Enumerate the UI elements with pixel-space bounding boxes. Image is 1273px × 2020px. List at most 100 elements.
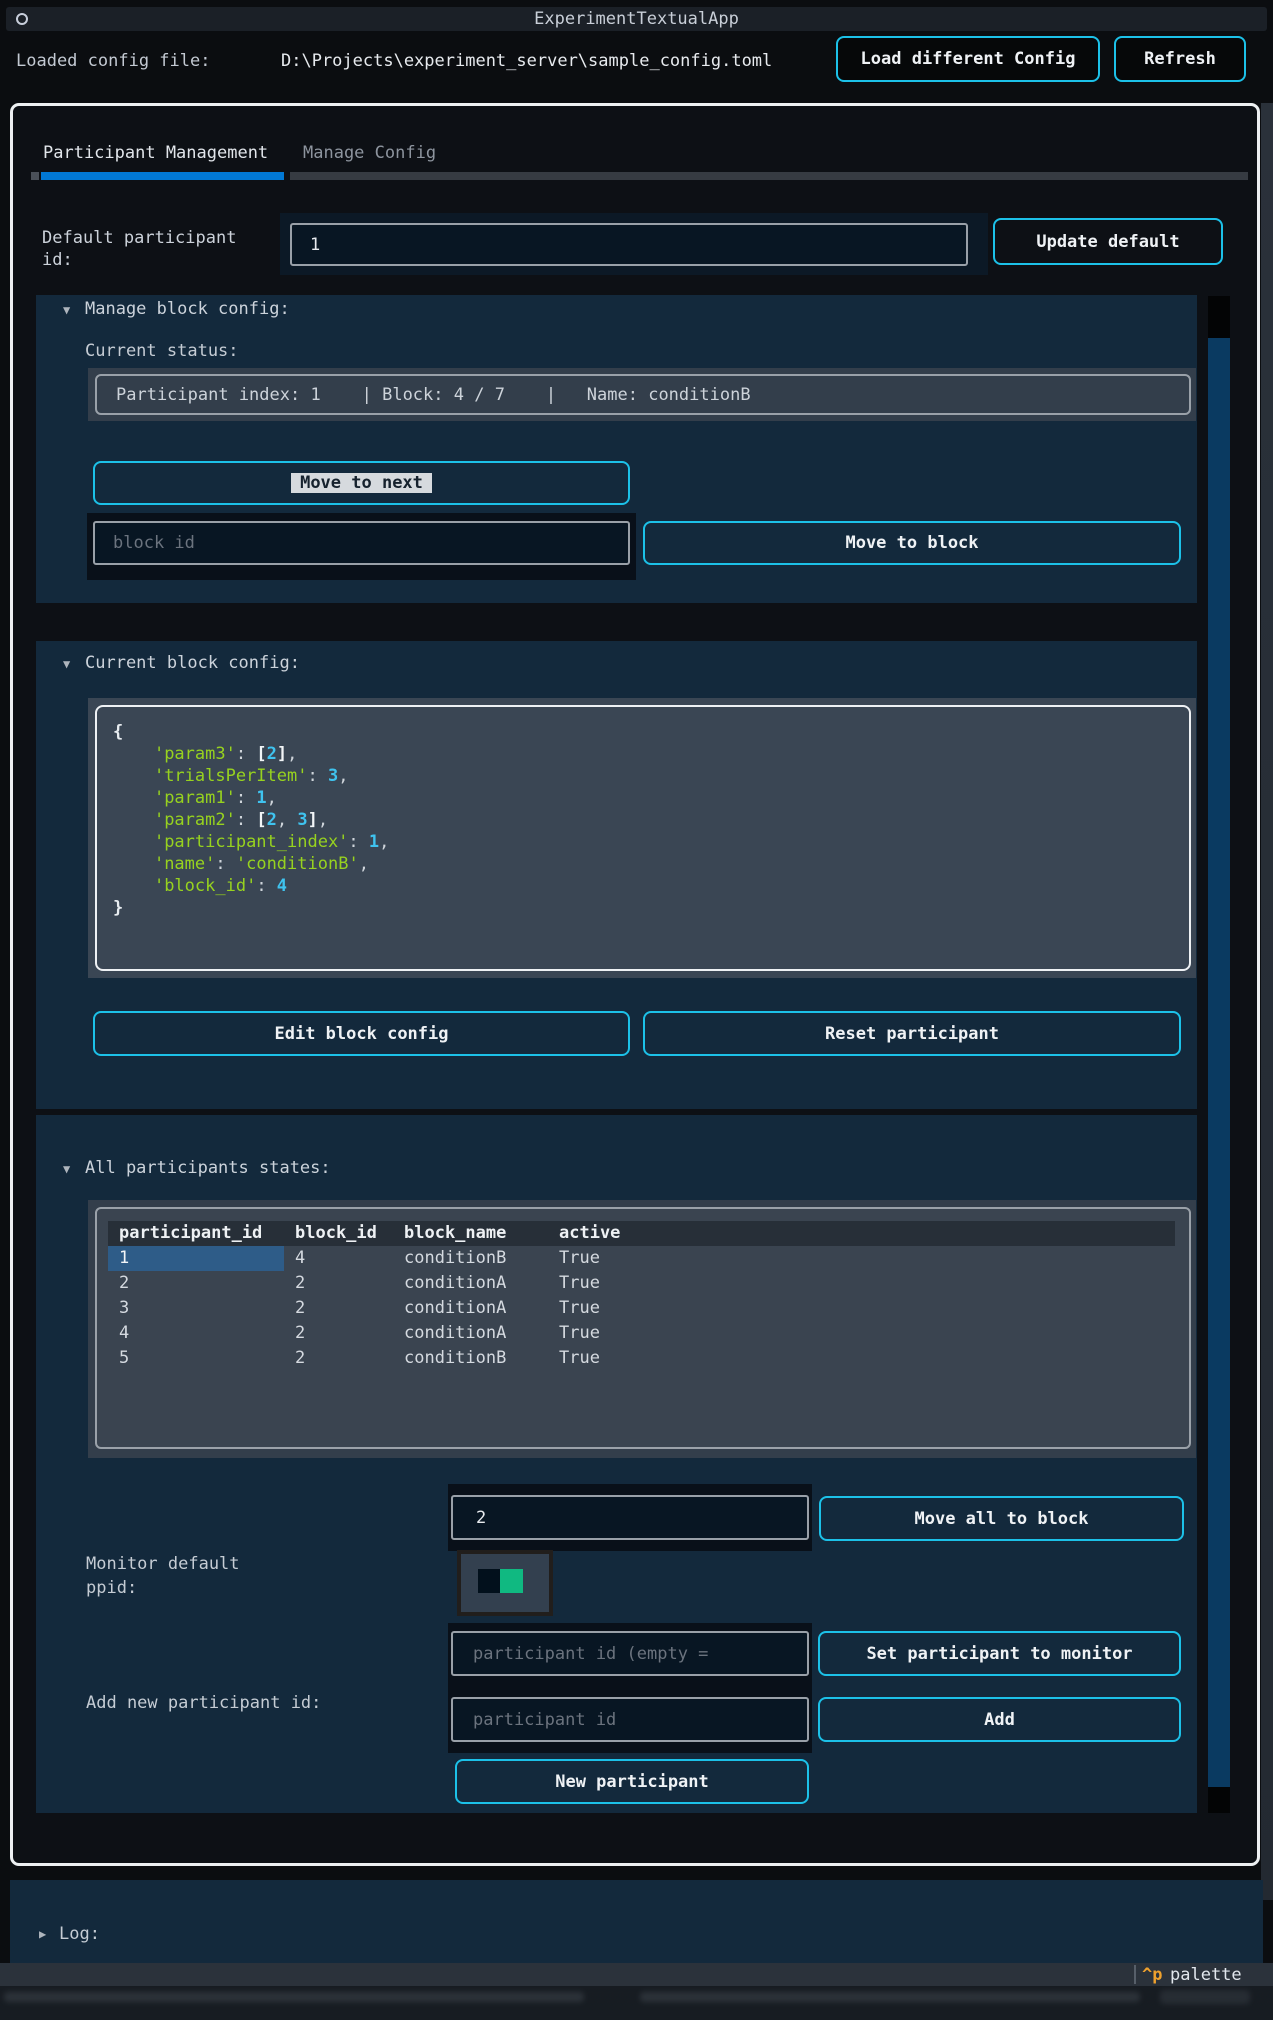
footer-bar: ^p palette — [0, 1963, 1273, 1986]
monitor-participant-input[interactable] — [451, 1631, 809, 1676]
edit-block-config-button[interactable]: Edit block config — [93, 1011, 630, 1056]
table-cell[interactable]: 4 — [284, 1246, 393, 1271]
table-row[interactable]: 5 2 conditionB True — [108, 1346, 1175, 1371]
config-line: 'param1': 1, — [153, 788, 277, 808]
default-participant-input[interactable] — [290, 223, 968, 266]
monitor-ppid-label: Monitor default ppid: — [86, 1554, 240, 1598]
config-line: 'block_id': 4 — [153, 876, 288, 896]
table-cell[interactable]: 5 — [108, 1346, 284, 1371]
table-cell[interactable]: 2 — [284, 1321, 393, 1346]
add-participant-input[interactable] — [451, 1697, 809, 1742]
window-edge — [1261, 103, 1273, 1900]
active-tab-underline — [41, 172, 284, 180]
table-cell[interactable]: 3 — [108, 1296, 284, 1321]
tab-strip-nub — [31, 172, 39, 180]
table-cell[interactable]: 2 — [284, 1296, 393, 1321]
add-participant-label: Add new participant id: — [86, 1693, 322, 1713]
collapse-arrow-icon[interactable]: ▼ — [63, 303, 70, 317]
vertical-scrollbar[interactable] — [1208, 296, 1230, 1813]
refresh-button[interactable]: Refresh — [1114, 36, 1246, 82]
config-line: } — [113, 898, 124, 918]
current-block-title[interactable]: Current block config: — [85, 653, 300, 673]
log-title[interactable]: Log: — [59, 1924, 100, 1944]
switch-knob-green — [500, 1569, 523, 1593]
table-cell[interactable]: 4 — [108, 1321, 284, 1346]
switch-track — [461, 1554, 549, 1612]
config-line: 'participant_index': 1, — [153, 832, 390, 852]
table-cell[interactable]: conditionA — [393, 1296, 548, 1321]
participants-title[interactable]: All participants states: — [85, 1158, 331, 1178]
table-cell[interactable]: conditionB — [393, 1346, 548, 1371]
status-box: Participant index: 1 | Block: 4 / 7 | Na… — [95, 374, 1191, 415]
config-line: 'name': 'conditionB', — [153, 854, 369, 874]
config-line: 'param2': [2, 3], — [153, 810, 329, 830]
current-block-section: ▼ Current block config: { 'param3': [2],… — [36, 641, 1197, 1109]
set-participant-monitor-button[interactable]: Set participant to monitor — [818, 1631, 1181, 1676]
table-row[interactable]: 4 2 conditionA True — [108, 1321, 1175, 1346]
table-cell[interactable]: True — [548, 1321, 1175, 1346]
palette-key-hint[interactable]: ^p — [1142, 1964, 1162, 1986]
table-cell[interactable]: conditionA — [393, 1271, 548, 1296]
move-to-next-label: Move to next — [291, 473, 432, 493]
collapse-arrow-icon[interactable]: ▼ — [63, 657, 70, 671]
table-cell[interactable]: True — [548, 1271, 1175, 1296]
current-status-label: Current status: — [85, 341, 239, 361]
blurred-icons — [1160, 1990, 1250, 2004]
manage-block-section: ▼ Manage block config: Current status: P… — [36, 295, 1197, 603]
manage-block-title[interactable]: Manage block config: — [85, 299, 290, 319]
main-panel: Participant Management Manage Config Def… — [10, 103, 1260, 1866]
reset-participant-button[interactable]: Reset participant — [643, 1011, 1181, 1056]
config-line: 'trialsPerItem': 3, — [153, 766, 349, 786]
tab-strip-line — [290, 172, 1248, 180]
blurred-text — [640, 1992, 1140, 2002]
window-icon — [16, 13, 28, 25]
move-to-block-button[interactable]: Move to block — [643, 521, 1181, 565]
config-file-path: D:\Projects\experiment_server\sample_con… — [281, 51, 773, 71]
default-participant-label: Default participant id: — [42, 228, 237, 270]
update-default-button[interactable]: Update default — [993, 218, 1223, 265]
new-participant-button[interactable]: New participant — [455, 1759, 809, 1804]
table-row[interactable]: 2 2 conditionA True — [108, 1271, 1175, 1296]
scrollbar-track-top — [1208, 296, 1230, 338]
block-config-code: { 'param3': [2], 'trialsPerItem': 3, 'pa… — [113, 721, 389, 919]
table-cell[interactable]: True — [548, 1246, 1175, 1271]
move-to-next-button[interactable]: Move to next — [93, 461, 630, 505]
participants-table[interactable]: participant_id block_id block_name active 1… — [95, 1207, 1191, 1449]
column-header-block_id[interactable]: block_id — [284, 1221, 393, 1246]
collapse-arrow-icon[interactable]: ▼ — [63, 1162, 70, 1176]
table-row[interactable]: 3 2 conditionA True — [108, 1296, 1175, 1321]
table-cell[interactable]: 2 — [284, 1271, 393, 1296]
table-cell[interactable]: conditionA — [393, 1321, 548, 1346]
tab-participant-management[interactable]: Participant Management — [43, 143, 268, 163]
move-all-block-input[interactable] — [451, 1495, 809, 1540]
move-all-to-block-button[interactable]: Move all to block — [819, 1496, 1184, 1541]
blurred-text — [4, 1992, 584, 2002]
add-button[interactable]: Add — [818, 1697, 1181, 1742]
table-rows: 1 4 conditionB True 2 2 conditionA True 3 2 condit… — [108, 1246, 1175, 1371]
column-header-block_name[interactable]: block_name — [393, 1221, 548, 1246]
app-screen: ExperimentTextualApp Loaded config file:… — [0, 0, 1273, 2020]
table-cell[interactable]: 1 — [108, 1246, 284, 1271]
table-cell[interactable]: 2 — [284, 1346, 393, 1371]
background-taskbar — [0, 1986, 1273, 2020]
status-text: Participant index: 1 | Block: 4 / 7 | Na… — [116, 385, 751, 405]
block-config-box: { 'param3': [2], 'trialsPerItem': 3, 'pa… — [95, 705, 1191, 971]
column-header-active[interactable]: active — [548, 1221, 1175, 1246]
table-row[interactable]: 1 4 conditionB True — [108, 1246, 1175, 1271]
table-header-row: participant_id block_id block_name active — [108, 1221, 1175, 1246]
collapse-arrow-icon[interactable]: ▶ — [39, 1927, 46, 1941]
table-cell[interactable]: 2 — [108, 1271, 284, 1296]
table-cell[interactable]: True — [548, 1296, 1175, 1321]
table-cell[interactable]: True — [548, 1346, 1175, 1371]
tab-manage-config[interactable]: Manage Config — [303, 143, 436, 163]
app-title: ExperimentTextualApp — [534, 9, 739, 29]
log-section: ▶ Log: — [10, 1880, 1263, 1965]
load-different-config-button[interactable]: Load different Config — [836, 36, 1100, 82]
column-header-participant_id[interactable]: participant_id — [108, 1221, 284, 1246]
table-cell[interactable]: conditionB — [393, 1246, 548, 1271]
monitor-ppid-switch[interactable] — [457, 1550, 553, 1616]
palette-action-label[interactable]: palette — [1170, 1964, 1242, 1986]
config-line: 'param3': [2], — [153, 744, 298, 764]
scrollbar-track-bottom — [1208, 1787, 1230, 1813]
block-id-input[interactable] — [93, 521, 630, 565]
